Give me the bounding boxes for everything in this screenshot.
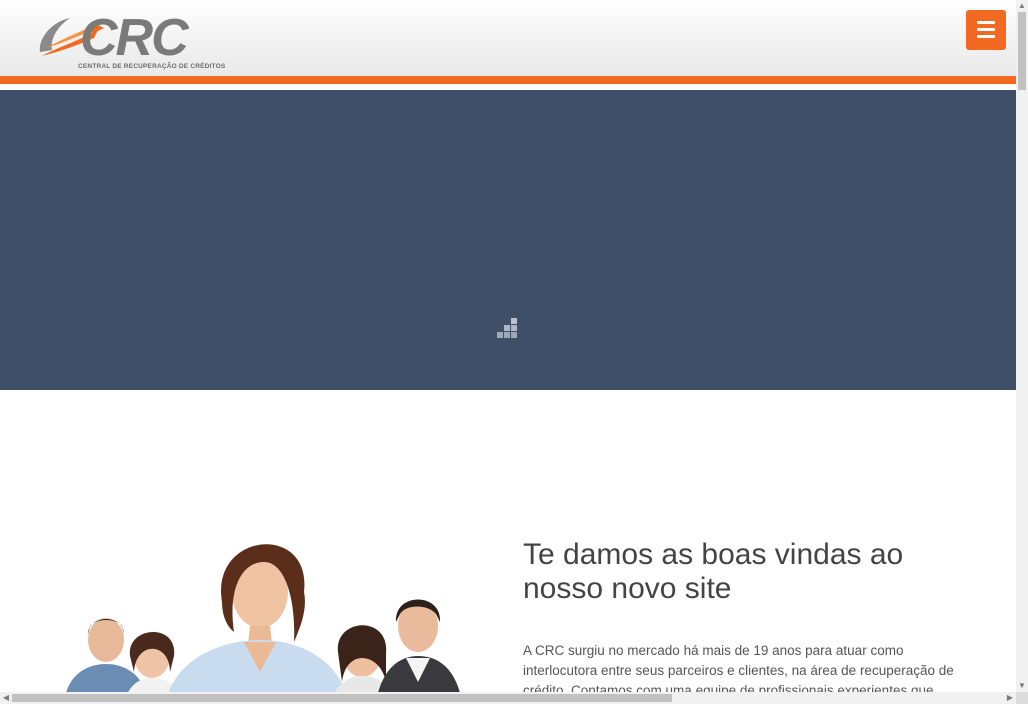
page: CRC CENTRAL DE RECUPERAÇÃO DE CRÉDITOS T… — [0, 0, 1016, 692]
hamburger-icon — [977, 21, 995, 24]
loading-grid-icon — [497, 318, 521, 342]
crc-logo[interactable]: CRC CENTRAL DE RECUPERAÇÃO DE CRÉDITOS — [36, 9, 225, 74]
welcome-title: Te damos as boas vindas ao nosso novo si… — [523, 538, 904, 605]
header-accent-line — [0, 76, 1016, 84]
hamburger-icon-bar — [977, 35, 995, 38]
scroll-up-arrow-icon[interactable]: ▲ — [1016, 0, 1028, 12]
hero-slider — [0, 90, 1016, 390]
site-header: CRC CENTRAL DE RECUPERAÇÃO DE CRÉDITOS — [0, 0, 1016, 76]
vertical-scrollbar[interactable]: ▲ ▼ — [1016, 0, 1028, 692]
horizontal-scrollbar[interactable]: ◀ ▶ — [0, 692, 1016, 704]
scrollbar-corner — [1016, 692, 1028, 704]
welcome-body: A CRC surgiu no mercado há mais de 19 an… — [523, 643, 954, 692]
scroll-down-arrow-icon[interactable]: ▼ — [1016, 680, 1028, 692]
logo-subtitle: CENTRAL DE RECUPERAÇÃO DE CRÉDITOS — [78, 63, 226, 70]
logo-text: CRC — [80, 9, 189, 67]
menu-button[interactable] — [966, 10, 1006, 50]
horizontal-scroll-thumb[interactable] — [12, 694, 672, 702]
team-photo — [66, 544, 460, 692]
vertical-scroll-thumb[interactable] — [1018, 12, 1026, 90]
hamburger-icon-bar — [977, 28, 995, 31]
scroll-left-arrow-icon[interactable]: ◀ — [0, 692, 12, 704]
scroll-right-arrow-icon[interactable]: ▶ — [1004, 692, 1016, 704]
